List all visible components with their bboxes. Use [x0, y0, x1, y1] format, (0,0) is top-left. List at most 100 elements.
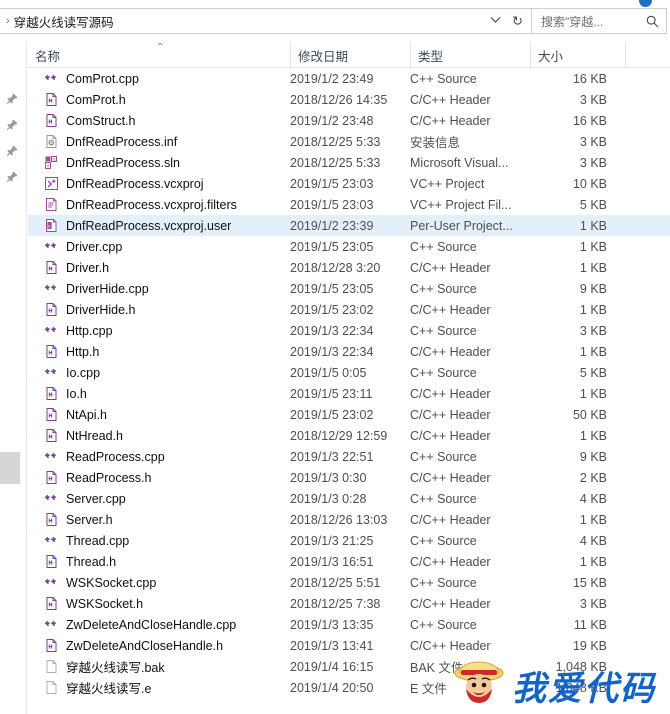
file-type-cell: C/C++ Header — [410, 260, 491, 275]
file-size-cell: 16 KB — [572, 71, 607, 86]
file-row[interactable]: DriverHide.h 2019/1/5 23:02 C/C++ Header 1 … — [28, 299, 670, 320]
file-name-cell[interactable]: Thread.h — [28, 554, 290, 569]
file-row[interactable]: 穿越火线读写.e 2019/1/4 20:50 E 文件 1,048 KB — [28, 677, 670, 698]
file-size-cell: 10 KB — [572, 176, 607, 191]
file-name-cell[interactable]: Sx DnfReadProcess.sln — [28, 155, 290, 170]
file-date-cell: 2019/1/5 0:05 — [290, 365, 367, 380]
file-name-cell[interactable]: Server.h — [28, 512, 290, 527]
column-header-date[interactable]: 修改日期 — [290, 42, 410, 68]
file-row[interactable]: ComProt.cpp 2019/1/2 23:49 C++ Source 16 KB — [28, 68, 670, 89]
window-control-dot[interactable] — [639, 0, 652, 7]
file-name-cell[interactable]: ZwDeleteAndCloseHandle.h — [28, 638, 290, 653]
file-name-cell[interactable]: Driver.cpp — [28, 239, 290, 254]
file-row[interactable]: Sx DnfReadProcess.sln 2018/12/25 5:33 Micro… — [28, 152, 670, 173]
file-name-label: Thread.h — [66, 554, 117, 569]
file-name-cell[interactable]: ComProt.cpp — [28, 71, 290, 86]
file-type-cell: C++ Source — [410, 449, 477, 464]
file-date-cell: 2018/12/26 13:03 — [290, 512, 388, 527]
file-name-cell[interactable]: x DnfReadProcess.vcxproj.user — [28, 218, 290, 233]
file-name-cell[interactable]: ZwDeleteAndCloseHandle.cpp — [28, 617, 290, 632]
file-name-cell[interactable]: Server.cpp — [28, 491, 290, 506]
file-name-cell[interactable]: 穿越火线读写.e — [28, 678, 290, 697]
file-row[interactable]: Thread.cpp 2019/1/3 21:25 C++ Source 4 KB — [28, 530, 670, 551]
file-name-cell[interactable]: DriverHide.cpp — [28, 281, 290, 296]
file-name-cell[interactable]: DriverHide.h — [28, 302, 290, 317]
cpp-source-icon — [44, 71, 59, 86]
file-row[interactable]: Http.cpp 2019/1/3 22:34 C++ Source 3 KB — [28, 320, 670, 341]
cpp-source-icon — [44, 617, 59, 632]
chevron-down-icon[interactable] — [490, 16, 501, 27]
column-header-name[interactable]: ⌃ 名称 — [28, 42, 290, 68]
search-icon[interactable] — [646, 15, 659, 28]
header-file-icon — [44, 92, 59, 107]
file-name-cell[interactable]: Io.cpp — [28, 365, 290, 380]
file-row[interactable]: ReadProcess.cpp 2019/1/3 22:51 C++ Source 9… — [28, 446, 670, 467]
file-row[interactable]: NtApi.h 2019/1/5 23:02 C/C++ Header 50 KB — [28, 404, 670, 425]
file-date-cell: 2019/1/5 23:02 — [290, 407, 374, 422]
file-name-cell[interactable]: DnfReadProcess.vcxproj.filters — [28, 197, 290, 212]
file-name-cell[interactable]: Http.h — [28, 344, 290, 359]
blank-file-icon — [44, 659, 59, 674]
file-row[interactable]: ComStruct.h 2019/1/2 23:48 C/C++ Header 16 … — [28, 110, 670, 131]
file-row[interactable]: NtHread.h 2018/12/29 12:59 C/C++ Header 1 K… — [28, 425, 670, 446]
file-row[interactable]: Driver.cpp 2019/1/5 23:05 C++ Source 1 KB — [28, 236, 670, 257]
file-row[interactable]: ReadProcess.h 2019/1/3 0:30 C/C++ Header 2 … — [28, 467, 670, 488]
file-row[interactable]: x DnfReadProcess.vcxproj.user 2019/1/2 23:… — [28, 215, 670, 236]
file-name-cell[interactable]: NtApi.h — [28, 407, 290, 422]
file-name-cell[interactable]: DnfReadProcess.vcxproj — [28, 176, 290, 191]
file-name-cell[interactable]: ReadProcess.cpp — [28, 449, 290, 464]
file-row[interactable]: DnfReadProcess.vcxproj 2019/1/5 23:03 VC++… — [28, 173, 670, 194]
file-date-cell: 2018/12/29 12:59 — [290, 428, 388, 443]
column-header-type[interactable]: 类型 — [410, 42, 530, 68]
file-row[interactable]: Http.h 2019/1/3 22:34 C/C++ Header 1 KB — [28, 341, 670, 362]
pin-icon[interactable] — [5, 92, 19, 106]
address-bar[interactable]: › 穿越火线读写源码 ↻ — [0, 8, 532, 34]
header-file-icon — [44, 344, 59, 359]
file-name-label: ReadProcess.h — [66, 470, 152, 485]
file-row[interactable]: DriverHide.cpp 2019/1/5 23:05 C++ Source 9 … — [28, 278, 670, 299]
file-name-cell[interactable]: 穿越火线读写.bak — [28, 657, 290, 676]
file-name-cell[interactable]: ComProt.h — [28, 92, 290, 107]
file-row[interactable]: DnfReadProcess.vcxproj.filters 2019/1/5 2… — [28, 194, 670, 215]
file-row[interactable]: Io.h 2019/1/5 23:11 C/C++ Header 1 KB — [28, 383, 670, 404]
breadcrumb-current-folder[interactable]: 穿越火线读写源码 — [14, 12, 114, 31]
file-name-cell[interactable]: NtHread.h — [28, 428, 290, 443]
file-row[interactable]: Driver.h 2018/12/28 3:20 C/C++ Header 1 KB — [28, 257, 670, 278]
file-row[interactable]: ComProt.h 2018/12/26 14:35 C/C++ Header 3 K… — [28, 89, 670, 110]
pin-icon[interactable] — [5, 170, 19, 184]
file-row[interactable]: ZwDeleteAndCloseHandle.h 2019/1/3 13:41 C/… — [28, 635, 670, 656]
refresh-icon[interactable]: ↻ — [512, 15, 523, 28]
file-row[interactable]: WSKSocket.h 2018/12/25 7:38 C/C++ Header 3 … — [28, 593, 670, 614]
pin-icon[interactable] — [5, 144, 19, 158]
file-name-cell[interactable]: DnfReadProcess.inf — [28, 134, 290, 149]
search-input[interactable]: 搜索"穿越... — [532, 8, 667, 34]
header-file-icon — [44, 260, 59, 275]
file-row[interactable]: ZwDeleteAndCloseHandle.cpp 2019/1/3 13:35… — [28, 614, 670, 635]
file-row[interactable]: WSKSocket.cpp 2018/12/25 5:51 C++ Source 15… — [28, 572, 670, 593]
column-header-spacer[interactable] — [625, 42, 670, 68]
file-type-cell: C/C++ Header — [410, 596, 491, 611]
file-row[interactable]: Io.cpp 2019/1/5 0:05 C++ Source 5 KB — [28, 362, 670, 383]
file-name-cell[interactable]: WSKSocket.cpp — [28, 575, 290, 590]
file-name-label: Io.cpp — [66, 365, 101, 380]
file-row[interactable]: Server.cpp 2019/1/3 0:28 C++ Source 4 KB — [28, 488, 670, 509]
pin-icon[interactable] — [5, 118, 19, 132]
file-name-cell[interactable]: ReadProcess.h — [28, 470, 290, 485]
header-file-icon — [44, 302, 59, 317]
file-row[interactable]: Thread.h 2019/1/3 16:51 C/C++ Header 1 KB — [28, 551, 670, 572]
file-name-cell[interactable]: Http.cpp — [28, 323, 290, 338]
file-row[interactable]: 穿越火线读写.bak 2019/1/4 16:15 BAK 文件 1,048 KB — [28, 656, 670, 677]
file-size-cell: 5 KB — [579, 365, 607, 380]
file-name-cell[interactable]: ComStruct.h — [28, 113, 290, 128]
file-date-cell: 2019/1/3 22:51 — [290, 449, 374, 464]
column-header-size[interactable]: 大小 — [530, 42, 625, 68]
file-name-cell[interactable]: WSKSocket.h — [28, 596, 290, 611]
file-name-cell[interactable]: Io.h — [28, 386, 290, 401]
file-date-cell: 2019/1/2 23:39 — [290, 218, 374, 233]
file-date-cell: 2018/12/26 14:35 — [290, 92, 388, 107]
file-name-cell[interactable]: Thread.cpp — [28, 533, 290, 548]
file-row[interactable]: Server.h 2018/12/26 13:03 C/C++ Header 1 KB — [28, 509, 670, 530]
file-name-cell[interactable]: Driver.h — [28, 260, 290, 275]
file-row[interactable]: DnfReadProcess.inf 2018/12/25 5:33 安装信息 3 K… — [28, 131, 670, 152]
nav-scrollbar-thumb[interactable] — [0, 452, 20, 484]
